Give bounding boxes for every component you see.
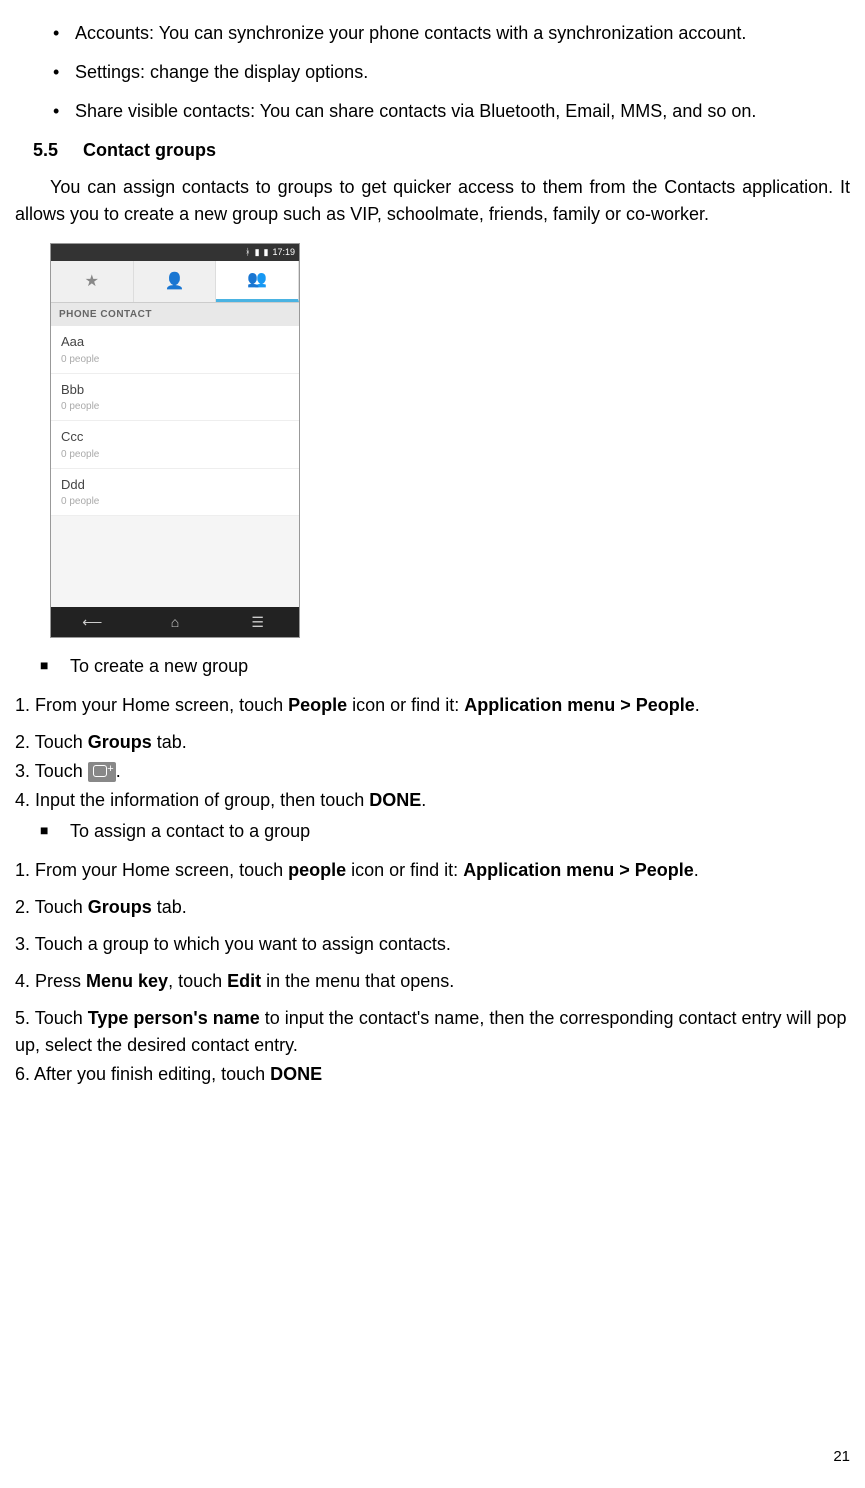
group-count: 0 people [61, 447, 289, 462]
clock-text: 17:19 [272, 246, 295, 260]
top-bullet-list: Accounts: You can synchronize your phone… [15, 20, 850, 125]
signal-icon: ▮ [255, 246, 260, 260]
phone-screenshot: ᚼ ▮ ▮ 17:19 ★ 👤 👥 PHONE CONTACT Aaa 0 pe… [50, 243, 300, 638]
step-text: 5. Touch Type person's name to input the… [15, 1005, 850, 1059]
nav-recent-icon: ☰ [216, 607, 299, 637]
tab-favorites: ★ [51, 261, 134, 302]
phone-section-label: PHONE CONTACT [51, 303, 299, 326]
list-item: To assign a contact to a group [15, 818, 850, 845]
add-group-icon [88, 762, 116, 782]
bluetooth-icon: ᚼ [245, 246, 250, 260]
nav-home-icon: ⌂ [134, 607, 217, 637]
person-icon: 👤 [165, 270, 185, 294]
star-icon: ★ [85, 270, 99, 294]
group-row: Ccc 0 people [51, 421, 299, 469]
tab-contacts: 👤 [134, 261, 217, 302]
phone-tabs: ★ 👤 👥 [51, 261, 299, 303]
step-text: 6. After you finish editing, touch DONE [15, 1061, 850, 1088]
tab-groups: 👥 [216, 261, 299, 302]
section-title: Contact groups [83, 140, 216, 160]
step-text: 2. Touch Groups tab. [15, 894, 850, 921]
list-item: Accounts: You can synchronize your phone… [15, 20, 850, 47]
list-item: Share visible contacts: You can share co… [15, 98, 850, 125]
group-name: Aaa [61, 332, 289, 352]
section-heading: 5.5 Contact groups [15, 137, 850, 164]
list-item: Settings: change the display options. [15, 59, 850, 86]
group-icon: 👥 [247, 268, 267, 292]
step-text: 1. From your Home screen, touch People i… [15, 692, 850, 719]
page-number: 21 [833, 1446, 850, 1469]
nav-back-icon: ⟵ [51, 607, 134, 637]
step-text: 3. Touch . [15, 758, 850, 785]
group-row: Aaa 0 people [51, 326, 299, 374]
list-item: To create a new group [15, 653, 850, 680]
step-text: 2. Touch Groups tab. [15, 729, 850, 756]
step-text: 3. Touch a group to which you want to as… [15, 931, 850, 958]
section-number: 5.5 [33, 137, 58, 164]
group-count: 0 people [61, 494, 289, 509]
group-row: Bbb 0 people [51, 374, 299, 422]
battery-icon: ▮ [264, 246, 269, 260]
step-text: 4. Input the information of group, then … [15, 787, 850, 814]
group-name: Ccc [61, 427, 289, 447]
group-count: 0 people [61, 352, 289, 367]
phone-navbar: ⟵ ⌂ ☰ [51, 607, 299, 637]
square-list: To assign a contact to a group [15, 818, 850, 845]
group-row: Ddd 0 people [51, 469, 299, 517]
group-name: Bbb [61, 380, 289, 400]
group-name: Ddd [61, 475, 289, 495]
phone-statusbar: ᚼ ▮ ▮ 17:19 [51, 244, 299, 261]
section-paragraph: You can assign contacts to groups to get… [15, 174, 850, 228]
step-text: 4. Press Menu key, touch Edit in the men… [15, 968, 850, 995]
square-list: To create a new group [15, 653, 850, 680]
step-text: 1. From your Home screen, touch people i… [15, 857, 850, 884]
group-count: 0 people [61, 399, 289, 414]
